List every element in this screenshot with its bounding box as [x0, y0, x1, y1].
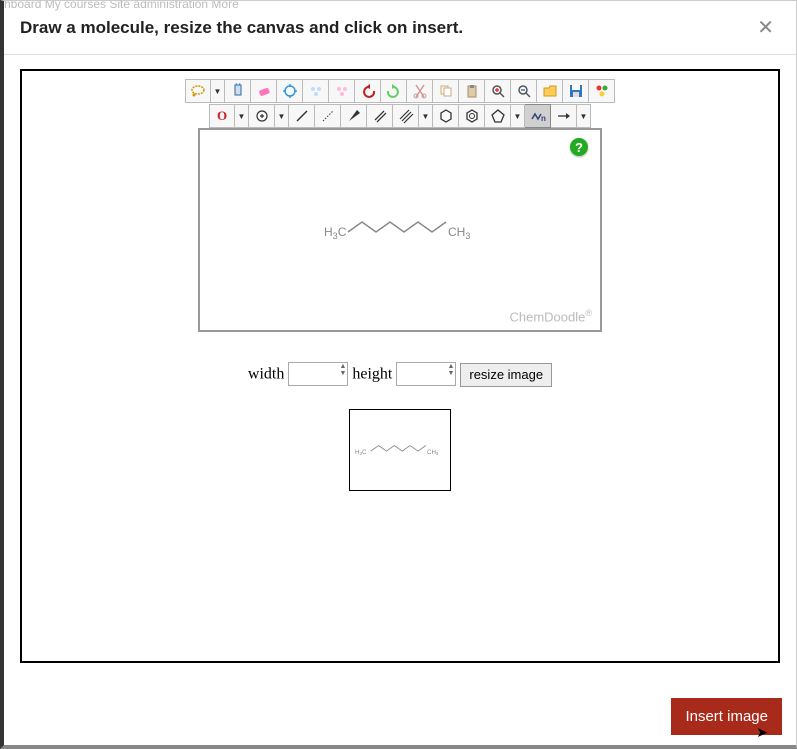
undo-icon[interactable]	[355, 79, 381, 103]
lasso-icon[interactable]	[185, 79, 211, 103]
arrow-icon[interactable]	[551, 104, 577, 128]
element-dropdown-icon[interactable]: ▼	[235, 104, 249, 128]
clear-icon[interactable]	[225, 79, 251, 103]
paste-icon[interactable]	[459, 79, 485, 103]
cut-icon[interactable]	[407, 79, 433, 103]
zoom-in-icon[interactable]	[485, 79, 511, 103]
chain-icon[interactable]: n	[525, 104, 551, 128]
sketch-canvas[interactable]: ? H3C CH3 ChemDoodle®	[198, 128, 602, 332]
recessed-bond-icon[interactable]	[315, 104, 341, 128]
help-icon[interactable]: ?	[570, 138, 588, 156]
resize-button[interactable]: resize image	[460, 363, 552, 387]
lasso-dropdown-icon[interactable]: ▼	[211, 79, 225, 103]
editor-frame: ▼ O ▼	[20, 69, 780, 663]
close-icon[interactable]: ✕	[751, 15, 780, 40]
charge-icon[interactable]	[249, 104, 275, 128]
copy-icon[interactable]	[433, 79, 459, 103]
save-icon[interactable]	[563, 79, 589, 103]
arrow-dropdown-icon[interactable]: ▼	[577, 104, 591, 128]
wedge-bond-icon[interactable]	[341, 104, 367, 128]
clean2-icon[interactable]	[329, 79, 355, 103]
charge-dropdown-icon[interactable]: ▼	[275, 104, 289, 128]
benzene-icon[interactable]	[459, 104, 485, 128]
preview-molecule: H3C CH3	[355, 438, 445, 462]
modal-body: ▼ O ▼	[4, 55, 796, 677]
molecule-drawing: H3C CH3	[320, 210, 480, 250]
clean-icon[interactable]	[303, 79, 329, 103]
template-icon[interactable]	[589, 79, 615, 103]
hexagon-icon[interactable]	[433, 104, 459, 128]
background-nav: hboard My courses Site administration Mo…	[4, 0, 239, 11]
ring-dropdown-icon[interactable]: ▼	[511, 104, 525, 128]
redo-icon[interactable]	[381, 79, 407, 103]
svg-text:n: n	[541, 114, 546, 123]
chemdoodle-watermark: ChemDoodle®	[509, 308, 592, 324]
svg-text:CH3: CH3	[427, 449, 439, 456]
svg-text:CH3: CH3	[448, 225, 470, 241]
center-icon[interactable]	[277, 79, 303, 103]
triple-bond-icon[interactable]	[393, 104, 419, 128]
cursor-icon: ➤	[756, 724, 768, 741]
width-spinner-icon[interactable]: ▲▼	[339, 363, 346, 377]
svg-text:H3C: H3C	[355, 449, 367, 456]
height-spinner-icon[interactable]: ▲▼	[447, 363, 454, 377]
element-button[interactable]: O	[209, 104, 235, 128]
resize-controls: width ▲▼ height ▲▼ resize image	[22, 362, 778, 387]
modal-dialog: hboard My courses Site administration Mo…	[0, 0, 797, 749]
width-label: width	[248, 366, 284, 383]
modal-title: Draw a molecule, resize the canvas and c…	[20, 18, 463, 38]
open-icon[interactable]	[537, 79, 563, 103]
double-bond-icon[interactable]	[367, 104, 393, 128]
toolbar-row-2: O ▼ ▼ ▼ ▼ n ▼	[209, 104, 591, 128]
svg-text:H3C: H3C	[324, 225, 347, 241]
zoom-out-icon[interactable]	[511, 79, 537, 103]
erase-icon[interactable]	[251, 79, 277, 103]
height-label: height	[352, 366, 392, 383]
single-bond-icon[interactable]	[289, 104, 315, 128]
pentagon-icon[interactable]	[485, 104, 511, 128]
bond-dropdown-icon[interactable]: ▼	[419, 104, 433, 128]
preview-image: H3C CH3	[349, 409, 451, 491]
toolbar-row-1: ▼	[185, 79, 615, 103]
